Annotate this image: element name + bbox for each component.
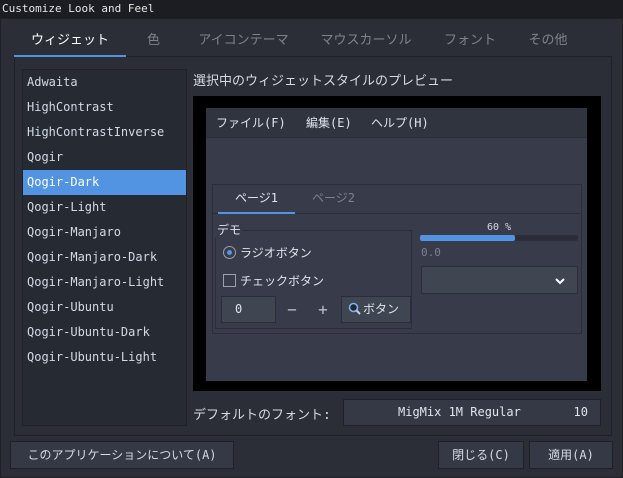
spin-increment-button[interactable]: + — [308, 296, 338, 323]
chevron-down-icon — [555, 278, 565, 285]
theme-item-highcontrastinverse[interactable]: HighContrastInverse — [23, 120, 186, 145]
font-chooser-button[interactable]: MigMix 1M Regular 10 — [343, 399, 601, 426]
tab-bar: ウィジェット 色 アイコンテーマ マウスカーソル フォント その他 — [14, 26, 612, 57]
menu-edit[interactable]: 編集(E) — [306, 108, 352, 138]
progress-bar — [420, 235, 578, 241]
radio-indicator-icon — [223, 246, 236, 259]
radio-label: ラジオボタン — [240, 246, 312, 260]
theme-item-qogir-ubuntu[interactable]: Qogir-Ubuntu — [23, 295, 186, 320]
theme-item-qogir-manjaro[interactable]: Qogir-Manjaro — [23, 220, 186, 245]
theme-item-adwaita[interactable]: Adwaita — [23, 70, 186, 95]
search-icon — [348, 302, 361, 315]
demo-combo-box[interactable] — [421, 266, 578, 294]
theme-item-qogir-light[interactable]: Qogir-Light — [23, 195, 186, 220]
slider-value: 0.0 — [421, 246, 441, 259]
theme-item-qogir-ubuntu-dark[interactable]: Qogir-Ubuntu-Dark — [23, 320, 186, 345]
menu-file[interactable]: ファイル(F) — [216, 108, 286, 138]
checkbox-indicator-icon — [223, 274, 236, 287]
theme-item-qogir-ubuntu-light[interactable]: Qogir-Ubuntu-Light — [23, 345, 186, 370]
demo-spin-button: 0 − + — [221, 296, 338, 323]
tab-mouse-cursor[interactable]: マウスカーソル — [306, 26, 426, 56]
tab-other[interactable]: その他 — [514, 26, 582, 56]
preview-notebook-tabs: ページ1 ページ2 — [212, 184, 582, 214]
tab-color[interactable]: 色 — [126, 26, 181, 56]
demo-radio-button[interactable]: ラジオボタン — [223, 244, 312, 261]
close-button[interactable]: 閉じる(C) — [438, 441, 524, 469]
window-title: Customize Look and Feel — [0, 0, 623, 18]
progress-text: 60 % — [486, 222, 512, 233]
progress-fill — [420, 235, 515, 241]
check-label: チェックボタン — [240, 274, 325, 288]
tab-font[interactable]: フォント — [426, 26, 514, 56]
spin-decrement-button[interactable]: − — [277, 296, 307, 323]
theme-item-qogir[interactable]: Qogir — [23, 145, 186, 170]
preview-tab-page1[interactable]: ページ1 — [218, 184, 295, 214]
font-name: MigMix 1M Regular — [398, 405, 521, 419]
theme-item-highcontrast[interactable]: HighContrast — [23, 95, 186, 120]
demo-frame-label: デモ — [215, 221, 244, 238]
demo-check-button[interactable]: チェックボタン — [223, 272, 324, 289]
tab-icon-theme[interactable]: アイコンテーマ — [181, 26, 306, 56]
menu-help[interactable]: ヘルプ(H) — [371, 108, 429, 138]
preview-tab-page2[interactable]: ページ2 — [295, 184, 372, 214]
demo-button[interactable]: ボタン — [341, 296, 411, 323]
theme-item-qogir-dark[interactable]: Qogir-Dark — [23, 170, 186, 195]
about-button[interactable]: このアプリケーションについて(A) — [10, 441, 234, 469]
theme-item-qogir-manjaro-light[interactable]: Qogir-Manjaro-Light — [23, 270, 186, 295]
spin-value-input[interactable]: 0 — [221, 296, 276, 323]
theme-item-qogir-manjaro-dark[interactable]: Qogir-Manjaro-Dark — [23, 245, 186, 270]
theme-list[interactable]: Adwaita HighContrast HighContrastInverse… — [22, 69, 187, 426]
default-font-label: デフォルトのフォント: — [193, 408, 331, 423]
apply-button[interactable]: 適用(A) — [529, 441, 613, 469]
demo-button-label: ボタン — [363, 302, 400, 316]
tab-widget[interactable]: ウィジェット — [14, 26, 126, 57]
preview-label: 選択中のウィジェットスタイルのプレビュー — [193, 74, 454, 89]
preview-menubar: ファイル(F) 編集(E) ヘルプ(H) — [206, 108, 587, 138]
font-size: 10 — [573, 405, 588, 419]
